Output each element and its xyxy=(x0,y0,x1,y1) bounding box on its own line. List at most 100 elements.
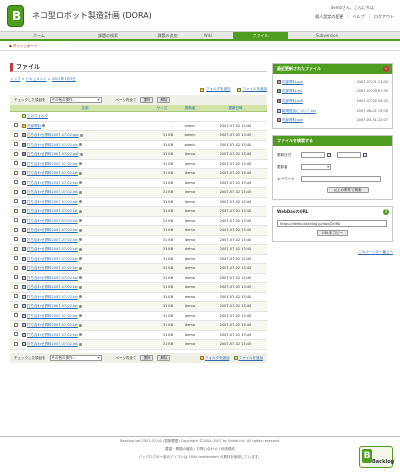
info-icon[interactable] xyxy=(78,200,82,204)
parent-folder-cell[interactable]: 上のフォルダ xyxy=(22,111,267,122)
add-file-link[interactable]: ファイルを追加 xyxy=(236,87,267,92)
tab-wiki[interactable]: Wiki xyxy=(196,32,220,40)
info-icon[interactable] xyxy=(42,124,45,128)
info-icon[interactable] xyxy=(78,266,82,270)
keyword-input[interactable] xyxy=(301,176,381,183)
file-link[interactable]: 打ち合わせ資料2007-07-02.txt xyxy=(27,323,78,327)
parent-folder-link[interactable]: 上のフォルダ xyxy=(27,114,48,118)
row-checkbox[interactable] xyxy=(14,332,18,337)
breadcrumb-top[interactable]: トップ xyxy=(10,77,21,81)
recent-file-link[interactable]: 内部資料.ppt xyxy=(277,118,303,123)
tab-subversion[interactable]: Subversion xyxy=(292,32,362,40)
file-link[interactable]: 打ち合わせ資料2007-07-02.txt xyxy=(27,171,78,175)
recent-file-link[interactable]: 内部資料.ppt xyxy=(277,79,303,84)
row-checkbox[interactable] xyxy=(14,246,18,251)
row-checkbox[interactable] xyxy=(14,218,18,223)
clear-all-button[interactable]: 解除 xyxy=(157,354,171,361)
info-icon[interactable] xyxy=(78,247,82,251)
row-checkbox[interactable] xyxy=(14,189,18,194)
row-checkbox[interactable] xyxy=(14,313,18,318)
info-icon[interactable] xyxy=(78,162,82,166)
file-link[interactable]: 打ち合わせ資料2007-07-02.txt xyxy=(27,304,78,308)
file-link[interactable]: 打ち合わせ資料2007-07-02.xls xyxy=(27,143,78,147)
header-size[interactable]: サイズ xyxy=(148,104,176,113)
file-link[interactable]: 打ち合わせ資料2007-07-02.txt xyxy=(27,247,78,251)
info-icon[interactable] xyxy=(78,181,82,185)
calendar-icon[interactable] xyxy=(327,153,331,158)
info-icon[interactable] xyxy=(78,285,82,289)
info-icon[interactable] xyxy=(78,257,82,261)
recent-file-link[interactable]: 内部資料.xls xyxy=(277,89,302,94)
file-link[interactable]: 打ち合わせ資料2007-07-02.txt xyxy=(27,181,78,185)
row-checkbox[interactable] xyxy=(14,208,18,213)
info-icon[interactable] xyxy=(78,209,82,213)
backlog-logo[interactable]: B xyxy=(7,5,24,27)
row-checkbox[interactable] xyxy=(14,227,18,232)
row-checkbox[interactable] xyxy=(14,170,18,175)
search-submit-button[interactable]: 以上の条件で検索 xyxy=(326,187,369,194)
header-date[interactable]: 更新日時 xyxy=(204,104,267,113)
file-link[interactable]: 打ち合わせ資料2007-07-02.ppt xyxy=(27,133,79,137)
select-all-button[interactable]: 選択 xyxy=(140,96,154,103)
calendar-icon[interactable] xyxy=(363,153,368,158)
info-icon[interactable] xyxy=(78,190,82,194)
tab-issue-search[interactable]: 課題の検索 xyxy=(78,32,138,40)
add-folder-link[interactable]: フォルダを追加 xyxy=(200,87,231,92)
footer-links[interactable]: 要望・問題の報告 | お問い合わせ | 利用規約 xyxy=(0,445,400,453)
info-icon[interactable] xyxy=(78,314,82,318)
row-checkbox[interactable] xyxy=(14,180,18,185)
date-to-input[interactable] xyxy=(337,152,362,159)
tab-files[interactable]: ファイル xyxy=(233,32,288,40)
info-icon[interactable] xyxy=(79,152,83,156)
select-all-button[interactable]: 選択 xyxy=(140,354,154,361)
row-checkbox[interactable] xyxy=(14,123,18,128)
row-checkbox[interactable] xyxy=(14,132,18,137)
file-link[interactable]: 打ち合わせ資料2007-07-02.txt xyxy=(27,266,78,270)
row-checkbox[interactable] xyxy=(14,322,18,327)
file-link[interactable]: 打ち合わせ資料2007-07-02.txt xyxy=(27,342,78,346)
file-link[interactable]: 打ち合わせ資料2007-07-02.pdf xyxy=(27,152,79,156)
tab-issue-add[interactable]: 課題の追加 xyxy=(140,32,195,40)
file-link[interactable]: 内部資料 xyxy=(27,124,41,128)
file-link[interactable]: 打ち合わせ資料2007-07-02.txt xyxy=(27,190,78,194)
date-from-input[interactable] xyxy=(301,152,325,159)
dashboard-link[interactable]: ◆ ダッシュボード xyxy=(9,44,37,48)
file-link[interactable]: 打ち合わせ資料2007-07-02.txt xyxy=(27,162,78,166)
breadcrumb-documents[interactable]: ドキュメント xyxy=(26,77,47,81)
collapse-icon[interactable]: - xyxy=(383,66,389,72)
webdav-url-field[interactable]: https://demo.backlog.jp/dav/DORA xyxy=(277,220,387,228)
backlog-footer-logo[interactable]: B Backlog xyxy=(359,446,394,468)
header-name[interactable]: 名前 xyxy=(22,104,148,113)
row-checkbox[interactable] xyxy=(14,303,18,308)
row-checkbox[interactable] xyxy=(14,161,18,166)
file-link[interactable]: 打ち合わせ資料2007-07-02.txt xyxy=(27,200,78,204)
info-icon[interactable] xyxy=(78,171,82,175)
info-icon[interactable] xyxy=(78,333,82,337)
row-checkbox[interactable] xyxy=(14,294,18,299)
file-link[interactable]: 打ち合わせ資料2007-07-02.txt xyxy=(27,257,78,261)
recent-file-link[interactable]: 新規追加について.txt xyxy=(277,108,316,113)
bulk-action-select[interactable]: その他の操作... ▾ xyxy=(49,96,102,103)
row-checkbox[interactable] xyxy=(14,284,18,289)
recent-file-link[interactable]: 内部資料.pdf xyxy=(277,99,303,104)
row-checkbox[interactable] xyxy=(14,256,18,261)
file-link[interactable]: 打ち合わせ資料2007-07-02.txt xyxy=(27,285,78,289)
logout-link[interactable]: ログアウト xyxy=(374,14,394,19)
file-link[interactable]: 打ち合わせ資料2007-07-02.txt xyxy=(27,228,78,232)
row-checkbox[interactable] xyxy=(14,237,18,242)
to-top-link[interactable]: このページの一番上へ xyxy=(358,250,393,254)
file-link[interactable]: 打ち合わせ資料2007-07-02.txt xyxy=(27,333,78,337)
file-link[interactable]: 打ち合わせ資料2007-07-02.txt xyxy=(27,295,78,299)
file-link[interactable]: 打ち合わせ資料2007-07-02.txt xyxy=(27,209,78,213)
info-icon[interactable] xyxy=(78,143,82,147)
breadcrumb-date[interactable]: 2007年7月3日 xyxy=(52,77,76,81)
info-icon[interactable] xyxy=(78,219,82,223)
row-checkbox[interactable] xyxy=(14,199,18,204)
info-icon[interactable] xyxy=(78,238,82,242)
help-link[interactable]: ヘルプ xyxy=(353,14,365,19)
info-icon[interactable] xyxy=(78,342,82,346)
bulk-action-select[interactable]: その他の操作... ▾ xyxy=(49,354,102,361)
info-icon[interactable] xyxy=(78,228,82,232)
info-icon[interactable] xyxy=(78,276,82,280)
copy-url-button[interactable]: URLをコピー xyxy=(317,230,348,237)
